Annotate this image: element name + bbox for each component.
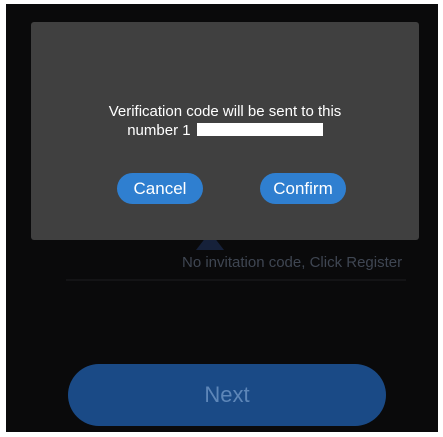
dialog-message-line2: number 1	[31, 121, 419, 140]
confirm-button[interactable]: Confirm	[260, 173, 346, 204]
next-button[interactable]: Next	[68, 364, 386, 426]
verification-dialog: Verification code will be sent to this n…	[31, 22, 419, 240]
phone-number-prefix: number 1	[127, 122, 191, 139]
dialog-message-line1: Verification code will be sent to this	[108, 103, 342, 120]
dialog-message: Verification code will be sent to this n…	[31, 102, 419, 140]
background-divider	[66, 279, 406, 281]
redacted-phone-number	[196, 123, 323, 136]
cancel-button[interactable]: Cancel	[117, 173, 203, 204]
no-invitation-register-link[interactable]: No invitation code, Click Register	[182, 254, 402, 271]
phone-screen: No invitation code, Click Register Next …	[6, 4, 438, 432]
